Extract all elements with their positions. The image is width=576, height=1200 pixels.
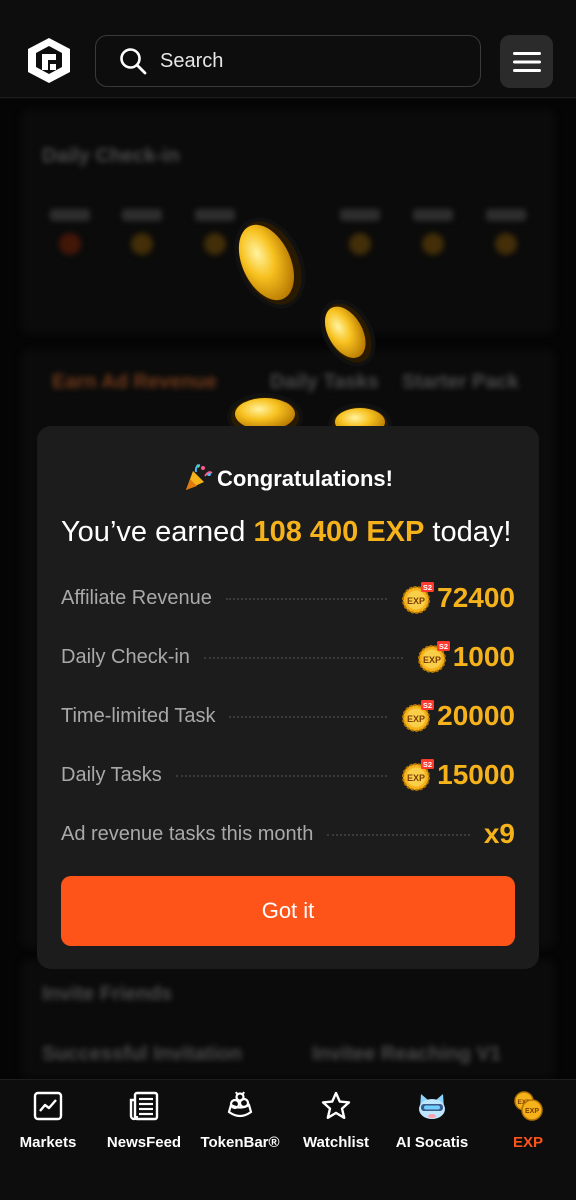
bottom-nav: Markets NewsFeed TokenBar® Watchlist AI … (0, 1079, 576, 1200)
nav-label: Markets (19, 1134, 77, 1151)
reward-value: EXP S2 1000 (417, 640, 515, 674)
reward-amount: x9 (483, 818, 515, 849)
nav-label: NewsFeed (106, 1134, 182, 1151)
top-header: Search (0, 0, 576, 98)
dotted-leader (203, 657, 403, 659)
menu-button[interactable] (500, 35, 553, 88)
hamburger-icon (512, 51, 541, 72)
reward-row-affiliate: Affiliate Revenue EXP S2 72400 (61, 578, 515, 618)
star-icon (321, 1091, 351, 1119)
dotted-leader (229, 716, 388, 718)
modal-title-text: Congratulations! (217, 466, 393, 491)
reward-row-checkin: Daily Check-in EXP S2 1000 (61, 637, 515, 677)
search-icon (120, 48, 147, 75)
reward-amount: 20000 (437, 700, 515, 731)
markets-chart-icon (33, 1091, 63, 1121)
season-badge-text: S2 (439, 642, 448, 651)
nav-newsfeed[interactable]: NewsFeed (96, 1090, 192, 1160)
got-it-button[interactable]: Got it (61, 876, 515, 946)
dotted-leader (225, 598, 388, 600)
reward-row-daily-tasks: Daily Tasks EXP S2 15000 (61, 755, 515, 795)
reward-amount: 1000 (452, 641, 515, 672)
nav-watchlist[interactable]: Watchlist (288, 1090, 384, 1160)
nav-label: EXP (512, 1134, 543, 1151)
exp-badge-text: EXP (407, 714, 425, 724)
reward-row-ad-revenue: Ad revenue tasks this month x9 (61, 814, 515, 854)
reward-amount: 15000 (437, 759, 515, 790)
nav-markets[interactable]: Markets (0, 1090, 96, 1160)
nav-label: AI Socatis (395, 1134, 469, 1151)
exp-coin-icon: EXP S2 (402, 759, 435, 791)
reward-value: EXP S2 20000 (401, 699, 515, 733)
reward-label: Time-limited Task (61, 704, 216, 727)
brand-logo-icon[interactable] (26, 36, 72, 84)
reward-amount: 72400 (437, 582, 515, 613)
nav-label: Watchlist (302, 1134, 370, 1151)
earned-summary: You’ve earned 108 400 EXP today! (61, 516, 511, 549)
nav-exp[interactable]: EXP EXP EXP (480, 1090, 576, 1160)
nav-ai-socatis[interactable]: AI Socatis (384, 1090, 480, 1160)
tokenbar-icon (227, 1091, 253, 1118)
reward-row-time-limited: Time-limited Task EXP S2 20000 (61, 696, 515, 736)
reward-label: Daily Tasks (61, 763, 162, 786)
season-badge-text: S2 (423, 583, 432, 592)
reward-value: EXP S2 72400 (401, 581, 515, 615)
gold-coins-icon (227, 217, 392, 445)
dotted-leader (175, 775, 388, 777)
exp-coin-icon: EXP S2 (417, 641, 450, 673)
dotted-leader (327, 834, 470, 836)
party-popper-icon (186, 464, 213, 490)
newsfeed-icon (129, 1091, 159, 1121)
exp-coin-icon: EXP S2 (402, 582, 435, 614)
reward-label: Ad revenue tasks this month (61, 822, 314, 845)
nav-label: TokenBar® (200, 1134, 280, 1151)
earned-amount: 108 400 EXP (253, 516, 425, 548)
reward-value: x9 (484, 818, 515, 850)
search-placeholder: Search (160, 49, 224, 72)
earned-prefix: You’ve earned (61, 516, 254, 548)
exp-coin-icon: EXP S2 (402, 700, 435, 732)
nav-tokenbar[interactable]: TokenBar® (192, 1090, 288, 1160)
exp-coins-icon: EXP EXP (514, 1091, 543, 1121)
exp-badge-text: EXP (525, 1108, 539, 1115)
exp-badge-text: EXP (423, 655, 441, 665)
ai-cat-icon (419, 1094, 445, 1119)
search-bar[interactable]: Search (95, 35, 481, 87)
season-badge-text: S2 (423, 701, 432, 710)
exp-badge-text: EXP (407, 596, 425, 606)
season-badge-text: S2 (423, 760, 432, 769)
modal-title: Congratulations! (0, 462, 576, 492)
reward-value: EXP S2 15000 (401, 758, 515, 792)
reward-label: Daily Check-in (61, 645, 190, 668)
earned-suffix: today! (424, 516, 512, 548)
exp-badge-text: EXP (407, 773, 425, 783)
reward-label: Affiliate Revenue (61, 586, 212, 609)
